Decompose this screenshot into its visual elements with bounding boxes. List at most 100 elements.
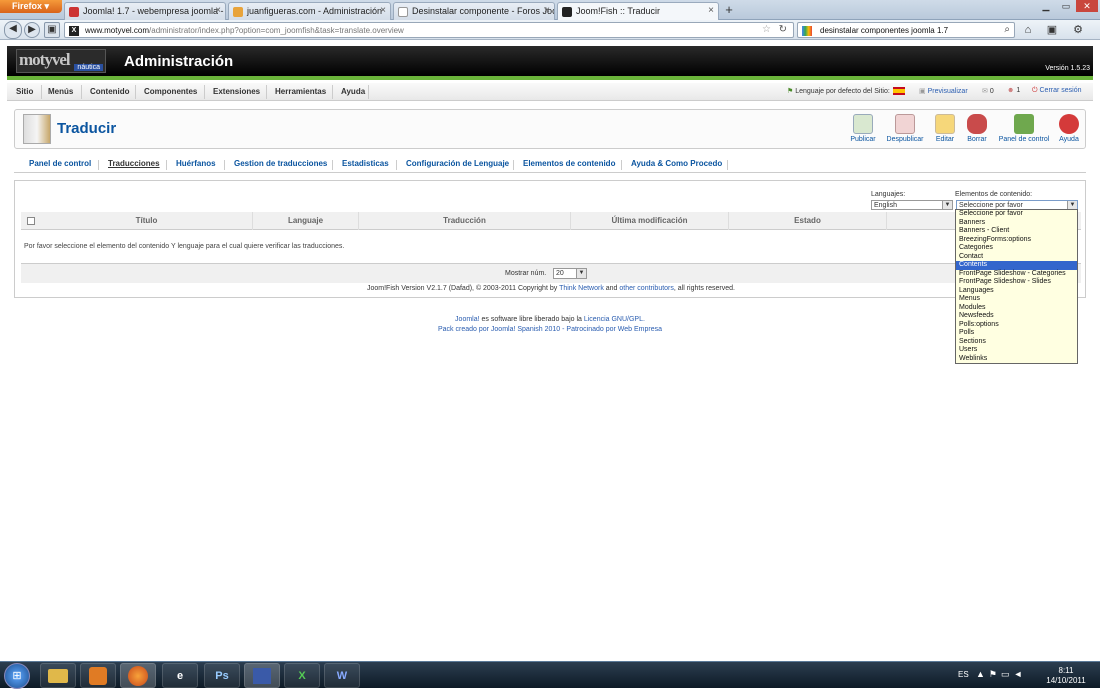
menu-item-extensiones[interactable]: Extensiones (213, 87, 260, 96)
logout-link[interactable]: ⏻ Cerrar sesión (1032, 87, 1082, 95)
menu-item-menus[interactable]: Menús (48, 87, 73, 96)
dropdown-option[interactable]: FrontPage Slideshow - Slides (956, 278, 1077, 287)
dropdown-option[interactable]: Banners (956, 219, 1077, 228)
media-player-icon[interactable] (80, 663, 116, 688)
think-network-link[interactable]: Think Network (559, 285, 604, 292)
dropdown-option[interactable]: Sections (956, 338, 1077, 347)
search-bar[interactable]: desinstalar componentes joomla 1.7 ⌕ (797, 22, 1015, 38)
dropdown-option[interactable]: BreezingForms:options (956, 236, 1077, 245)
forward-button[interactable]: ▶ (24, 22, 40, 38)
control-panel-button[interactable]: Panel de control (995, 113, 1053, 147)
help-button[interactable]: Ayuda (1047, 113, 1091, 147)
delete-button[interactable]: Borrar (953, 113, 1001, 147)
preview-label: Previsualizar (927, 88, 968, 95)
close-icon[interactable]: × (380, 5, 386, 16)
close-icon[interactable]: × (708, 5, 714, 16)
column-title[interactable]: Título (41, 212, 253, 230)
search-icon[interactable]: ⌕ (1004, 24, 1010, 35)
dropdown-option[interactable]: FrontPage Slideshow - Categories (956, 270, 1077, 279)
tray-icons[interactable]: ▲⚑▭◄ (976, 669, 1026, 680)
search-input[interactable]: desinstalar componentes joomla 1.7 (820, 26, 948, 35)
minimize-button[interactable]: ▁ (1036, 0, 1056, 12)
dropdown-option[interactable]: Contact (956, 253, 1077, 262)
chevron-down-icon[interactable]: ▼ (1067, 201, 1077, 209)
column-status[interactable]: Estado (729, 212, 887, 230)
dropdown-option[interactable]: Menus (956, 295, 1077, 304)
firefox-menu-button[interactable]: Firefox ▾ (0, 0, 62, 13)
menu-item-ayuda[interactable]: Ayuda (341, 87, 365, 96)
reload-icon[interactable]: ↻ (779, 24, 787, 35)
addon-icon[interactable]: ▣ (1042, 22, 1062, 38)
browser-tab[interactable]: juanfigueras.com - Administración × (228, 2, 391, 20)
dropdown-option[interactable]: Languages (956, 287, 1077, 296)
subnav-elementos[interactable]: Elementos de contenido (523, 159, 615, 168)
chevron-down-icon[interactable]: ▼ (942, 201, 952, 209)
browser-tab-bar: Firefox ▾ Joomla! 1.7 - webempresa jooml… (0, 0, 1100, 20)
home-icon[interactable]: ⌂ (1018, 22, 1038, 38)
show-count-select[interactable]: 20 ▼ (553, 268, 587, 279)
select-all-checkbox[interactable] (27, 217, 35, 225)
column-language[interactable]: Languaje (253, 212, 359, 230)
license-link[interactable]: Licencia GNU/GPL. (584, 316, 645, 323)
menu-item-sitio[interactable]: Sitio (16, 87, 33, 96)
browser-tab[interactable]: Joomla! 1.7 - webempresa joomla - H... × (64, 2, 226, 20)
users-indicator[interactable]: ☻ 1 (1007, 87, 1020, 94)
dropdown-option[interactable]: Seleccione por favor (956, 210, 1077, 219)
google-icon[interactable] (802, 26, 812, 36)
subnav-traducciones[interactable]: Traducciones (108, 159, 160, 168)
identity-button[interactable]: ▣ (44, 22, 60, 38)
menu-item-herramientas[interactable]: Herramientas (275, 87, 326, 96)
contributors-link[interactable]: other contributors (619, 285, 673, 292)
network-tool-icon[interactable] (244, 663, 280, 688)
subnav-ayuda[interactable]: Ayuda & Como Procedo (631, 159, 722, 168)
tools-icon[interactable]: ⚙ (1068, 22, 1088, 38)
browser-tab-active[interactable]: Joom!Fish :: Traducir × (557, 2, 719, 20)
explorer-icon[interactable] (40, 663, 76, 688)
dropdown-option[interactable]: Weblinks (956, 355, 1077, 364)
maximize-button[interactable]: ▭ (1056, 0, 1076, 12)
dropdown-option[interactable]: Newsfeeds (956, 312, 1077, 321)
close-window-button[interactable]: ✕ (1076, 0, 1098, 12)
column-last-modified[interactable]: Última modificación (571, 212, 729, 230)
bookmark-star-icon[interactable]: ☆ (762, 24, 771, 35)
internet-explorer-icon[interactable]: e (162, 663, 198, 688)
messages-indicator[interactable]: ✉ 0 (982, 87, 994, 95)
url-bar[interactable]: X www.motyvel.com/administrator/index.ph… (64, 22, 794, 38)
back-button[interactable]: ◀ (4, 21, 22, 39)
chevron-down-icon[interactable]: ▼ (576, 269, 586, 278)
column-translation[interactable]: Traducción (359, 212, 571, 230)
subnav-gestion[interactable]: Gestion de traducciones (234, 159, 327, 168)
system-clock[interactable]: 8:11 14/10/2011 (1042, 666, 1090, 686)
subnav-estadisticas[interactable]: Estadisticas (342, 159, 389, 168)
publish-button[interactable]: Publicar (839, 113, 887, 147)
content-elements-dropdown-list[interactable]: Seleccione por favor Banners Banners - C… (955, 209, 1078, 364)
subnav-huerfanos[interactable]: Huérfanos (176, 159, 216, 168)
photoshop-icon[interactable]: Ps (204, 663, 240, 688)
new-tab-button[interactable]: + (721, 2, 737, 18)
subnav-panel-control[interactable]: Panel de control (29, 159, 91, 168)
menu-item-componentes[interactable]: Componentes (144, 87, 197, 96)
dropdown-option[interactable]: Polls:options (956, 321, 1077, 330)
word-icon[interactable]: W (324, 663, 360, 688)
dropdown-option[interactable]: Categories (956, 244, 1077, 253)
language-select[interactable]: English ▼ (871, 200, 953, 210)
firefox-icon[interactable] (120, 663, 156, 688)
dropdown-option[interactable]: Polls (956, 329, 1077, 338)
preview-link[interactable]: ▣ Previsualizar (919, 87, 968, 95)
url-text[interactable]: www.motyvel.com/administrator/index.php?… (85, 26, 404, 35)
tab-label: Desinstalar componente - Foros Joo... (412, 6, 555, 16)
language-indicator[interactable]: ES (958, 670, 969, 679)
dropdown-option-highlighted[interactable]: Contents (956, 261, 1077, 270)
dropdown-option[interactable]: Modules (956, 304, 1077, 313)
footer-line-2[interactable]: Pack creado por Joomla! Spanish 2010 - P… (0, 325, 1100, 335)
dropdown-option[interactable]: Users (956, 346, 1077, 355)
start-button[interactable]: ⊞ (4, 663, 30, 689)
joomla-link[interactable]: Joomla! (455, 316, 480, 323)
close-icon[interactable]: × (544, 5, 550, 16)
browser-tab[interactable]: Desinstalar componente - Foros Joo... × (393, 2, 555, 20)
excel-icon[interactable]: X (284, 663, 320, 688)
dropdown-option[interactable]: Banners - Client (956, 227, 1077, 236)
subnav-config-lenguaje[interactable]: Configuración de Lenguaje (406, 159, 509, 168)
close-icon[interactable]: × (215, 5, 221, 16)
menu-item-contenido[interactable]: Contenido (90, 87, 130, 96)
